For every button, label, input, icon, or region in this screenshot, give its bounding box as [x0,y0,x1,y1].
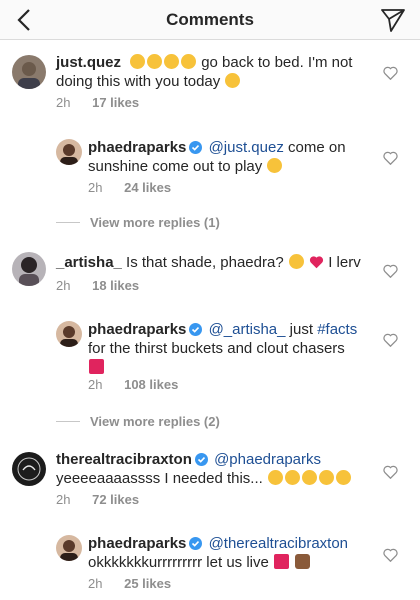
avatar[interactable] [56,535,82,561]
relieved-emoji-icon [301,470,317,485]
comment-body-line: sunshine come out to play [88,158,263,175]
view-more-replies-button[interactable]: View more replies (1) [56,215,220,230]
comment-body-line: Is that shade, phaedra? [126,254,284,271]
comment-meta: 2h 18 likes [56,278,139,293]
comment-time: 2h [88,576,103,591]
view-more-replies-label: View more replies (2) [90,414,220,429]
comment-time: 2h [88,377,103,392]
view-more-replies-button[interactable]: View more replies (2) [56,414,220,429]
comment-body-line: okkkkkkkurrrrrrrrr let us live [88,554,269,571]
comment-username[interactable]: phaedraparks [88,321,186,338]
comment-username[interactable]: just.quez [56,54,121,71]
comment-text: _artisha_ Is that shade, phaedra? I lerv [56,253,376,272]
send-icon[interactable] [380,7,406,33]
raised-hands-emoji-icon [295,554,311,569]
mention-link[interactable]: @therealtracibraxton [209,535,348,552]
verified-badge-icon [189,537,203,550]
page-title: Comments [166,10,254,29]
mention-link[interactable]: @_artisha_ [209,321,286,338]
header-bar: Comments [0,0,420,40]
comment-username[interactable]: therealtracibraxton [56,451,192,468]
heart-icon[interactable] [383,151,398,165]
verified-badge-icon [189,141,203,154]
comment-likes[interactable]: 18 likes [92,278,139,293]
rofl-emoji-icon [267,470,283,485]
verified-badge-icon [194,453,208,466]
heart-icon[interactable] [383,264,398,278]
red-heart-emoji-icon [309,256,324,269]
avatar[interactable] [12,452,46,486]
heart-icon[interactable] [383,66,398,80]
comment-likes[interactable]: 25 likes [124,576,171,591]
view-more-replies-label: View more replies (1) [90,215,220,230]
joy-emoji-icon [284,470,300,485]
reply-text: phaedraparks @therealtracibraxton okkkkk… [88,534,378,572]
comment-meta: 2h 24 likes [88,180,171,195]
kiss-emoji-icon [267,158,283,173]
comment-time: 2h [56,278,71,293]
hundred-points-emoji-icon [89,359,104,374]
heart-icon[interactable] [383,465,398,479]
joy-emoji-icon [164,54,180,69]
comment-likes[interactable]: 17 likes [92,95,139,110]
comment-username[interactable]: phaedraparks [88,535,186,552]
reply-text: phaedraparks @just.quez come on sunshine… [88,138,368,176]
mention-link[interactable]: @just.quez [209,139,284,156]
comment-text: therealtracibraxton @phaedraparks yeeeea… [56,450,376,488]
verified-badge-icon [189,323,203,336]
comment-body-line: come on [288,139,346,156]
divider-line [56,421,80,422]
comment-meta: 2h 108 likes [88,377,178,392]
comment-likes[interactable]: 24 likes [124,180,171,195]
comment-body-line: I lerv [328,254,361,271]
comment-body-line: for the thirst buckets and clout chasers [88,340,345,357]
joy-emoji-icon [147,54,163,69]
comment-likes[interactable]: 108 likes [124,377,178,392]
comment-body-line: go back to bed. I'm not [201,54,353,71]
avatar[interactable] [56,139,82,165]
comment-username[interactable]: phaedraparks [88,139,186,156]
comment-time: 2h [56,492,71,507]
heart-icon[interactable] [383,333,398,347]
mention-link[interactable]: @phaedraparks [214,451,321,468]
joy-emoji-icon [288,254,304,269]
divider-line [56,222,80,223]
avatar[interactable] [12,55,46,89]
comment-text: just.quez go back to bed. I'm not doing … [56,53,366,91]
comment-time: 2h [88,180,103,195]
avatar[interactable] [12,252,46,286]
hashtag-link[interactable]: #facts [317,321,357,338]
comment-meta: 2h 25 likes [88,576,171,591]
comment-body-line: just [289,321,314,338]
avatar[interactable] [56,321,82,347]
comment-meta: 2h 17 likes [56,95,139,110]
joy-emoji-icon [318,470,334,485]
joy-emoji-icon [130,54,146,69]
comment-meta: 2h 72 likes [56,492,139,507]
comment-likes[interactable]: 72 likes [92,492,139,507]
comment-body-line: doing this with you today [56,73,221,90]
comment-time: 2h [56,95,71,110]
reply-text: phaedraparks @_artisha_ just #facts for … [88,320,378,377]
hundred-points-emoji-icon [274,554,290,569]
grin-sweat-emoji-icon [335,470,351,485]
comment-body-line: yeeeeaaaassss I needed this... [56,470,263,487]
joy-emoji-icon [225,73,241,88]
heart-icon[interactable] [383,548,398,562]
joy-emoji-icon [181,54,197,69]
comment-username[interactable]: _artisha_ [56,254,122,271]
